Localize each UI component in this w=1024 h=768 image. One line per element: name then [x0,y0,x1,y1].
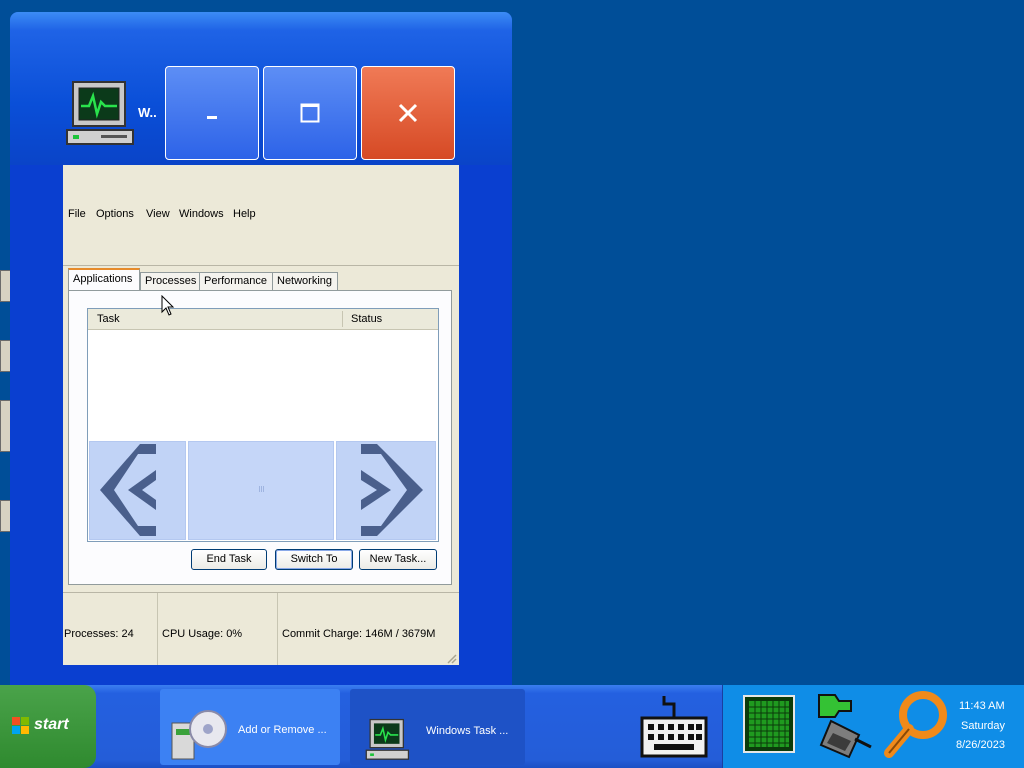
taskbar: start Add or Remove ... Windows Task ... [0,685,1024,768]
menu-view[interactable]: View [146,208,170,220]
chevron-right-icon [361,444,423,536]
minimize-icon [207,116,217,119]
tab-processes[interactable]: Processes [140,272,200,290]
resize-grip-icon[interactable] [445,652,457,664]
menu-options[interactable]: Options [96,208,134,220]
window-client-area: File Options View Windows Help Applicati… [63,165,459,666]
end-task-button[interactable]: End Task [191,549,267,570]
taskbar-item-add-remove[interactable]: Add or Remove ... [160,689,340,765]
maximize-icon [300,103,320,123]
grip-icon [259,486,264,492]
tab-applications[interactable]: Applications [68,268,140,291]
cpu-graph-icon[interactable] [743,695,795,753]
taskbar-item-label: Windows Task ... [426,725,509,737]
clock-time: 11:43 AM [959,700,1005,712]
column-task[interactable]: Task [97,313,120,325]
column-separator[interactable] [342,311,343,327]
menu-file[interactable]: File [68,208,86,220]
horizontal-scrollbar[interactable] [89,441,437,540]
clock-day: Saturday [961,720,1006,732]
chevron-left-icon [100,444,156,536]
scroll-right-button[interactable] [336,441,436,540]
task-list[interactable]: Task Status [87,308,439,542]
scroll-thumb[interactable] [188,441,334,540]
clock-date: 8/26/2023 [956,739,1005,751]
window-title: W.. [138,105,157,120]
task-manager-monitor-icon [365,718,410,760]
tab-performance[interactable]: Performance [199,272,275,290]
mouse-cursor-icon [161,295,175,316]
task-manager-monitor-icon [66,81,134,145]
maximize-button[interactable] [263,66,357,160]
new-task-button[interactable]: New Task... [359,549,437,570]
processes-count: Processes: 24 [64,628,134,640]
menu-bar: File Options View Windows Help [63,165,459,266]
task-manager-window: W.. File Options View Windows Help Appli… [10,12,512,718]
status-bar: Processes: 24 CPU Usage: 0% Commit Charg… [63,592,459,666]
list-header: Task Status [88,309,438,330]
column-status[interactable]: Status [351,313,382,325]
start-label: start [34,716,69,733]
cpu-usage: CPU Usage: 0% [162,628,243,640]
title-bar[interactable]: W.. [10,12,512,165]
close-icon [398,103,418,123]
start-button[interactable]: start [0,685,96,768]
network-plug-icon[interactable] [811,691,877,761]
menu-help[interactable]: Help [233,208,256,220]
tab-networking[interactable]: Networking [272,272,338,290]
taskbar-item-task-manager[interactable]: Windows Task ... [350,689,525,765]
search-magnifier-icon[interactable] [883,689,949,763]
cd-install-icon [171,710,227,760]
close-button[interactable] [361,66,455,160]
system-tray: 11:43 AM Saturday 8/26/2023 [722,685,1024,768]
commit-charge: Commit Charge: 146M / 3679M [282,628,436,640]
scroll-left-button[interactable] [89,441,186,540]
taskbar-item-label: Add or Remove ... [238,724,327,736]
minimize-button[interactable] [165,66,259,160]
window-frame-left [10,165,63,718]
switch-to-button[interactable]: Switch To [275,549,353,570]
keyboard-icon[interactable] [640,694,708,762]
window-frame-right [459,165,512,718]
menu-windows[interactable]: Windows [179,208,224,220]
applications-tab-page: Task Status End Task Switch To New Task.… [68,290,452,585]
windows-logo-icon [12,717,29,734]
